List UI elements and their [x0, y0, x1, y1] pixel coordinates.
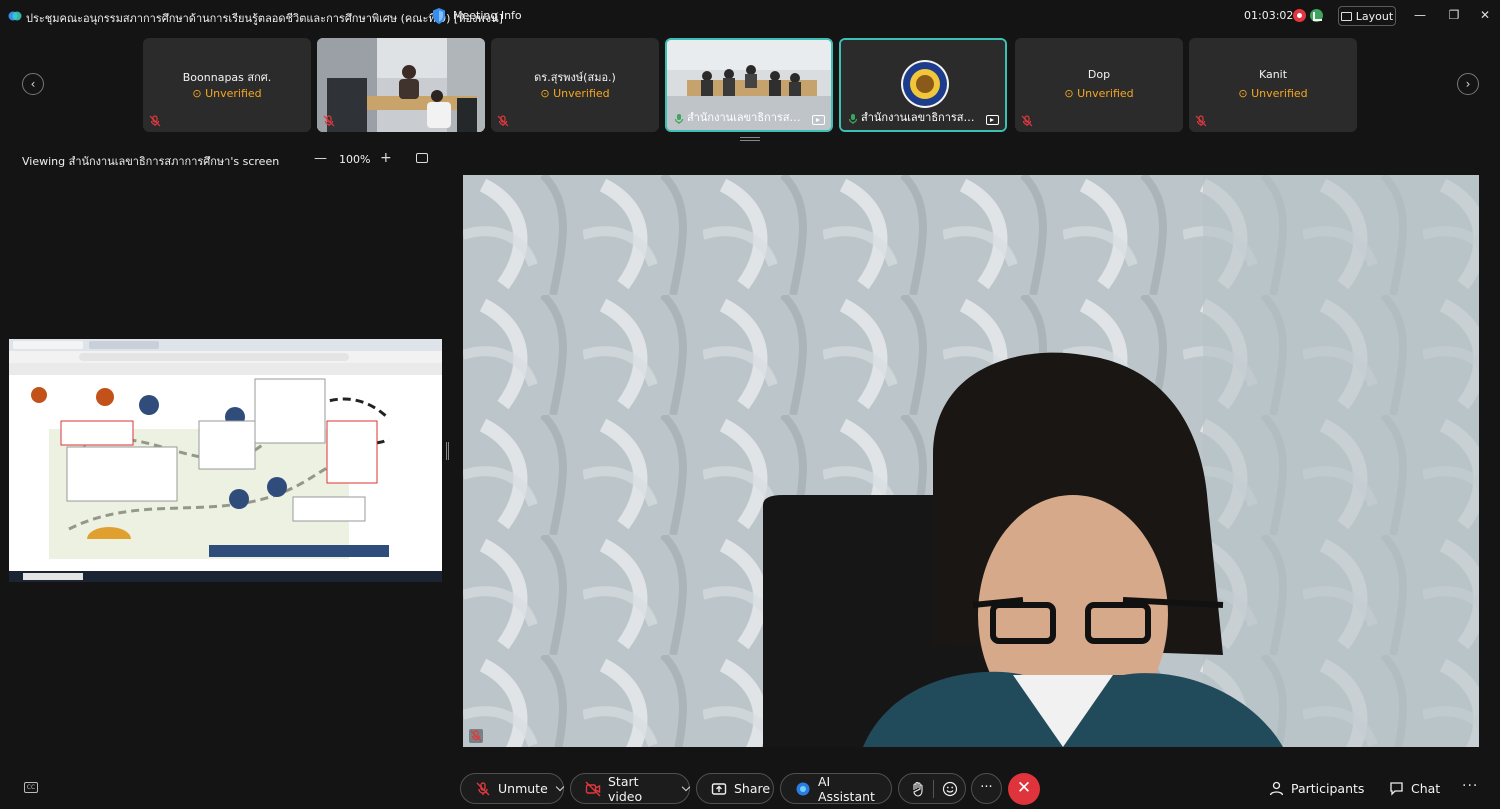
close-icon[interactable]: ✕ — [1478, 8, 1492, 22]
layout-button[interactable]: Layout — [1338, 6, 1396, 26]
participant-tile-active[interactable]: สำนักงานเลขาธิการสภาก... — [839, 38, 1007, 132]
share-label: Share — [734, 781, 771, 796]
cc-icon[interactable]: CC — [24, 782, 38, 793]
reactions-icon[interactable] — [942, 781, 958, 797]
unverified-status: ⊙ Unverified — [192, 87, 262, 100]
participant-label: สำนักงานเลขาธิการสภาก... — [687, 111, 805, 124]
meeting-info-link[interactable]: Meeting Info — [453, 9, 522, 22]
unverified-status: ⊙ Unverified — [1064, 87, 1134, 100]
chat-icon — [1390, 782, 1403, 796]
share-screen-icon — [812, 115, 825, 125]
chevron-left-icon[interactable]: ‹ — [22, 73, 44, 95]
chevron-down-icon[interactable] — [681, 782, 691, 791]
participants-icon — [1269, 781, 1284, 796]
minimize-icon[interactable]: — — [1413, 8, 1427, 22]
chat-label: Chat — [1411, 781, 1441, 796]
unmute-label: Unmute — [498, 781, 548, 796]
zoom-out-icon[interactable]: — — [314, 151, 327, 166]
unverified-status: ⊙ Unverified — [540, 87, 610, 100]
raise-hand-icon[interactable] — [911, 781, 925, 797]
participants-label: Participants — [1291, 781, 1365, 796]
video-off-icon — [585, 781, 601, 796]
chat-button[interactable]: Chat — [1389, 781, 1440, 796]
participant-tile[interactable]: ดร.สุรพงษ์(สมอ.) ⊙ Unverified — [491, 38, 659, 132]
zoom-level: 100% — [339, 153, 371, 166]
participant-name: Dop — [1087, 68, 1111, 81]
meeting-timer: 01:03:02 — [1244, 9, 1294, 22]
unverified-status: ⊙ Unverified — [1238, 87, 1308, 100]
participant-tile[interactable]: Boonnapas สกศ. ⊙ Unverified — [143, 38, 311, 132]
participant-name: ดร.สุรพงษ์(สมอ.) — [534, 71, 616, 84]
start-video-button[interactable]: Start video — [570, 773, 691, 804]
strip-resize-handle[interactable] — [740, 137, 760, 141]
mic-icon — [674, 114, 684, 124]
unmute-button[interactable]: Unmute — [460, 773, 565, 804]
mic-muted-icon — [1195, 115, 1207, 127]
title-bar: ประชุมคณะอนุกรรมสภาการศึกษาด้านการเรียนร… — [0, 0, 1500, 32]
participant-tile[interactable]: Dop ⊙ Unverified — [1015, 38, 1183, 132]
share-screen-icon — [986, 115, 999, 125]
viewing-label: Viewing สำนักงานเลขาธิการสภาการศึกษา's s… — [22, 155, 280, 168]
layout-icon — [1340, 11, 1352, 21]
more-icon[interactable]: ··· — [971, 773, 1002, 804]
reactions-group[interactable] — [898, 773, 966, 804]
more-options-icon[interactable]: ··· — [1462, 778, 1478, 794]
participant-name: Kanit — [1258, 68, 1288, 81]
mic-icon — [848, 114, 858, 124]
mic-muted-icon — [476, 781, 490, 795]
leave-icon[interactable]: ✕ — [1008, 773, 1040, 805]
mic-muted-icon — [149, 115, 161, 127]
main-video[interactable] — [463, 175, 1479, 747]
layout-label: Layout — [1355, 9, 1394, 23]
chevron-right-icon[interactable]: › — [1457, 73, 1479, 95]
share-icon — [711, 782, 727, 795]
speaker-video — [463, 175, 1479, 747]
participant-name: Boonnapas สกศ. — [182, 71, 272, 84]
divider — [933, 779, 934, 798]
shared-screen[interactable] — [9, 339, 442, 582]
zoom-in-icon[interactable]: + — [380, 150, 392, 166]
webex-logo-icon — [8, 11, 22, 21]
mic-muted-icon — [497, 115, 509, 127]
ai-icon — [796, 782, 810, 795]
mic-muted-icon — [323, 115, 335, 127]
record-icon[interactable] — [1293, 9, 1306, 22]
participant-tile-video[interactable] — [317, 38, 485, 132]
chevron-down-icon[interactable] — [555, 782, 565, 791]
participant-tile-active[interactable]: สำนักงานเลขาธิการสภาก... — [665, 38, 833, 132]
popout-icon[interactable] — [416, 153, 428, 163]
ai-assistant-label: AI Assistant — [818, 773, 875, 804]
participant-video — [317, 38, 485, 132]
shield-icon[interactable] — [432, 8, 446, 24]
share-button[interactable]: Share — [696, 773, 774, 804]
mic-muted-icon — [469, 729, 483, 743]
ai-assistant-button[interactable]: AI Assistant — [780, 773, 892, 804]
split-resize-handle[interactable] — [446, 442, 449, 460]
participant-tile[interactable]: Kanit ⊙ Unverified — [1189, 38, 1357, 132]
restore-icon[interactable]: ❐ — [1447, 8, 1461, 22]
shared-screen-content — [9, 339, 442, 582]
signal-icon[interactable] — [1310, 9, 1323, 22]
participant-label: สำนักงานเลขาธิการสภาก... — [861, 111, 979, 124]
mic-muted-icon — [1021, 115, 1033, 127]
participants-button[interactable]: Participants — [1269, 781, 1364, 796]
start-video-label: Start video — [608, 773, 643, 804]
